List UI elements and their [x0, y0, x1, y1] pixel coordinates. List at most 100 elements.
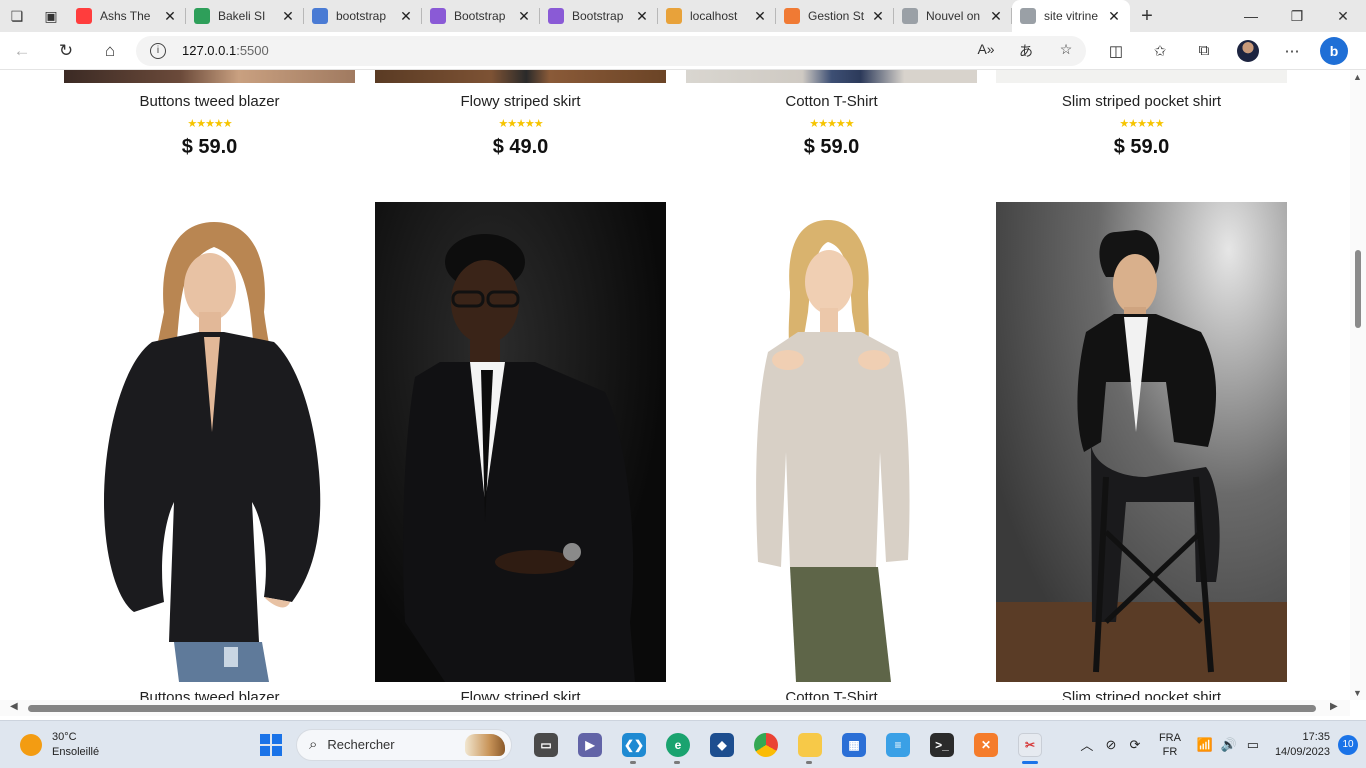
clock[interactable]: 17:35 14/09/2023	[1275, 730, 1330, 760]
product-image[interactable]	[64, 202, 355, 682]
snipping-tool-icon: ✂	[1018, 732, 1042, 757]
store-app[interactable]: ▦	[832, 723, 876, 767]
model-photo	[403, 234, 635, 682]
windows-start-icon[interactable]	[260, 733, 282, 756]
chevron-up-icon[interactable]: ︿	[1075, 735, 1099, 754]
close-tab-icon[interactable]: ✕	[1106, 8, 1122, 25]
home-button[interactable]: ⌂	[88, 32, 132, 70]
horizontal-scrollbar[interactable]: ◀ ▶	[0, 700, 1350, 716]
read-aloud-icon[interactable]: A»	[966, 41, 1006, 61]
workspaces-icon[interactable]: ❏	[0, 0, 34, 32]
refresh-button[interactable]: ↻	[44, 32, 88, 70]
collections-icon[interactable]: ⧉	[1182, 42, 1226, 59]
translate-icon[interactable]: あ	[1006, 41, 1046, 61]
browser-tab[interactable]: Bootstrap ✕	[422, 0, 540, 32]
favorite-star-icon[interactable]: ☆	[1046, 41, 1086, 61]
edge-app[interactable]: e	[656, 723, 700, 767]
tab-title: Nouvel on	[926, 9, 981, 23]
more-menu-icon[interactable]: ⋯	[1270, 42, 1314, 60]
close-tab-icon[interactable]: ✕	[516, 8, 532, 25]
scroll-right-arrow-icon[interactable]: ▶	[1330, 701, 1338, 712]
teams-app[interactable]: ▶	[568, 723, 612, 767]
close-tab-icon[interactable]: ✕	[398, 8, 414, 25]
file-explorer-app[interactable]	[788, 723, 832, 767]
xampp-app[interactable]: ✕	[964, 723, 1008, 767]
product-card[interactable]: Cotton T-Shirt ★★★★★ $ 59.0	[686, 70, 977, 159]
product-card[interactable]: Flowy striped skirt ★★★★★ $ 49.0	[375, 70, 666, 159]
scroll-down-arrow-icon[interactable]: ▼	[1353, 688, 1362, 698]
product-image[interactable]	[375, 202, 666, 682]
notepad-icon: ≡	[886, 732, 910, 757]
browser-tab[interactable]: Ashs The ✕	[68, 0, 186, 32]
site-info-icon[interactable]: i	[150, 42, 166, 59]
product-image[interactable]	[686, 70, 977, 83]
page-icon	[1020, 8, 1036, 24]
product-image[interactable]	[64, 70, 355, 83]
notepad-app[interactable]: ≡	[876, 723, 920, 767]
weather-temperature: 30°C	[52, 730, 77, 743]
close-tab-icon[interactable]: ✕	[162, 8, 178, 25]
close-tab-icon[interactable]: ✕	[988, 8, 1004, 25]
sync-icon[interactable]: ⟳	[1123, 737, 1147, 753]
browser-tab[interactable]: bootstrap ✕	[304, 0, 422, 32]
product-image[interactable]	[375, 70, 666, 83]
vertical-scrollbar[interactable]: ▲ ▼	[1350, 70, 1366, 700]
clock-time: 17:35	[1302, 730, 1330, 743]
terminal-app[interactable]: >_	[920, 723, 964, 767]
minimize-button[interactable]: —	[1228, 8, 1274, 25]
product-price: $ 59.0	[1113, 136, 1170, 158]
clock-date: 14/09/2023	[1274, 745, 1330, 758]
page-icon	[902, 8, 918, 24]
scroll-left-arrow-icon[interactable]: ◀	[10, 701, 18, 712]
close-tab-icon[interactable]: ✕	[280, 8, 296, 25]
wifi-icon[interactable]: 📶	[1193, 737, 1217, 753]
rating-stars: ★★★★★	[1119, 118, 1164, 130]
close-tab-icon[interactable]: ✕	[752, 8, 768, 25]
tab-actions-icon[interactable]: ▣	[34, 0, 68, 32]
tab-bar: ❏ ▣ Ashs The ✕ Bakeli SI ✕ bootstrap ✕ Bootstr…	[0, 0, 1366, 32]
tab-title: Bootstrap	[572, 9, 624, 23]
new-tab-button[interactable]: +	[1130, 5, 1164, 28]
browser-tab[interactable]: Nouvel on ✕	[894, 0, 1012, 32]
product-card[interactable]: Buttons tweed blazer ★★★★★ $ 59.0	[64, 70, 355, 159]
task-view-app[interactable]: ▭	[524, 723, 568, 767]
close-tab-icon[interactable]: ✕	[634, 8, 650, 25]
product-image[interactable]	[996, 70, 1287, 83]
back-button[interactable]: ←	[0, 32, 44, 70]
weather-widget[interactable]: 30°C Ensoleillé	[20, 730, 260, 760]
bootstrap-icon	[430, 8, 446, 24]
browser-tab[interactable]: Bootstrap ✕	[540, 0, 658, 32]
vertical-scroll-thumb[interactable]	[1355, 250, 1361, 328]
model-photo	[104, 222, 321, 682]
battery-icon[interactable]: ▭	[1241, 737, 1265, 753]
profile-avatar[interactable]	[1237, 39, 1259, 62]
close-window-button[interactable]: ✕	[1320, 8, 1366, 25]
browser-tab[interactable]: localhost ✕	[658, 0, 776, 32]
browser-tab[interactable]: Bakeli SI ✕	[186, 0, 304, 32]
virtualbox-icon: ◆	[710, 732, 734, 757]
network-status-icon[interactable]: ⊘	[1099, 737, 1123, 753]
chrome-app[interactable]	[744, 723, 788, 767]
product-image[interactable]	[996, 202, 1287, 682]
restore-button[interactable]: ❐	[1274, 8, 1320, 25]
snipping-tool-app[interactable]: ✂	[1008, 723, 1052, 767]
vscode-app[interactable]: ❮❯	[612, 723, 656, 767]
scroll-up-arrow-icon[interactable]: ▲	[1353, 72, 1362, 82]
favorites-icon[interactable]: ✩	[1138, 42, 1182, 60]
volume-icon[interactable]: 🔊	[1217, 737, 1241, 753]
virtualbox-app[interactable]: ◆	[700, 723, 744, 767]
url-field[interactable]: i 127.0.0.1:5500 A» あ ☆	[136, 35, 1086, 66]
product-card[interactable]: Slim striped pocket shirt ★★★★★ $ 59.0	[996, 70, 1287, 159]
language-indicator[interactable]: FRA FR	[1159, 731, 1181, 759]
bing-icon[interactable]: b	[1320, 36, 1348, 65]
notification-badge[interactable]: 10	[1338, 734, 1358, 755]
close-tab-icon[interactable]: ✕	[870, 8, 886, 25]
product-price: $ 59.0	[803, 136, 860, 158]
horizontal-scroll-thumb[interactable]	[28, 705, 1316, 712]
browser-tab[interactable]: site vitrine ✕	[1012, 0, 1130, 32]
split-screen-icon[interactable]: ◫	[1094, 42, 1138, 60]
browser-tab[interactable]: Gestion St ✕	[776, 0, 894, 32]
taskbar-search[interactable]: ⌕ Rechercher	[296, 728, 512, 761]
chrome-icon	[754, 732, 778, 757]
product-image[interactable]	[686, 202, 977, 682]
